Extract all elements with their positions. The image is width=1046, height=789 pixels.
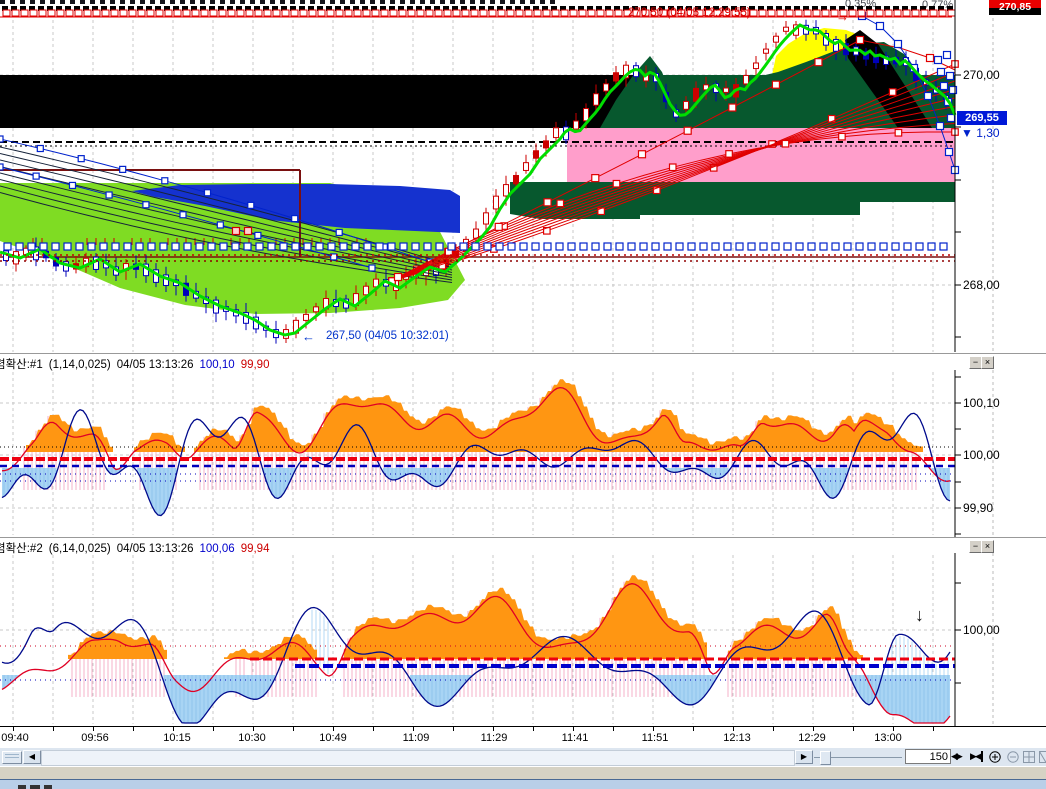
price-chart-canvas[interactable]	[0, 0, 1046, 353]
time-axis-tick	[133, 727, 134, 731]
high-annotation: 270,50 (04/05 12:29:55)	[628, 7, 751, 19]
oscillator-axis-label: 99,90	[963, 501, 993, 515]
zoom-in-icon[interactable]	[988, 750, 1002, 764]
time-axis: 09:40 09:56 10:15 10:30 10:49 11:09 11:29 11:41…	[0, 726, 1046, 749]
time-axis-tick	[373, 727, 374, 731]
time-axis-tick	[573, 727, 574, 731]
scroll-track[interactable]	[41, 750, 795, 766]
time-axis-tick	[613, 727, 614, 731]
time-axis-tick	[933, 727, 934, 731]
oscillator1-canvas[interactable]	[0, 370, 1046, 537]
oscillator-axis-label: 100,10	[963, 396, 1000, 410]
time-axis-label: 12:13	[723, 732, 751, 744]
time-axis-tick	[813, 727, 814, 731]
time-axis-tick	[693, 727, 694, 731]
time-axis-label: 11:51	[642, 732, 669, 744]
low-annotation: 267,50 (04/05 10:32:01)	[326, 330, 449, 342]
time-axis-tick	[93, 727, 94, 731]
time-axis-tick	[653, 727, 654, 731]
high-arrow-icon: →	[836, 9, 849, 24]
clipped-window-fragment	[30, 785, 40, 789]
oscillator-axis-label: 100,00	[963, 448, 1000, 462]
time-axis-tick	[53, 727, 54, 731]
time-axis-label: 11:09	[403, 732, 430, 744]
trading-chart-window: 0,35% 0,77% 270,50 (04/05 12:29:55) → ← …	[0, 0, 1046, 789]
clipped-window-fragment	[18, 785, 26, 789]
time-axis-tick	[173, 727, 174, 731]
time-axis-tick	[533, 727, 534, 731]
oscillator1-close-button[interactable]: ×	[981, 356, 994, 369]
time-axis-tick	[733, 727, 734, 731]
time-axis-label: 10:15	[163, 732, 191, 744]
time-axis-tick	[293, 727, 294, 731]
zoom-out-icon[interactable]	[1006, 750, 1020, 764]
prev-close-price-box: 270,85	[989, 0, 1041, 15]
chart-scroll-toolbar: ◀ ▶ ◀▶ ▶◀	[0, 748, 1046, 766]
oscillator2-close-button[interactable]: ×	[981, 540, 994, 553]
time-axis-label: 13:00	[874, 732, 902, 744]
price-axis-label: 268,00	[963, 278, 1000, 292]
pan-left-button[interactable]: ◀	[23, 750, 41, 764]
time-axis-label: 11:41	[562, 732, 589, 744]
low-arrow-icon: ←	[302, 329, 315, 344]
time-axis-tick	[493, 727, 494, 731]
time-axis-label: 09:56	[81, 732, 109, 744]
time-axis-tick	[13, 727, 14, 731]
time-axis-label: 10:30	[238, 732, 266, 744]
time-axis-label: 09:40	[1, 732, 29, 744]
time-axis-tick	[333, 727, 334, 731]
clipped-window-strip	[0, 779, 1046, 789]
clipped-window-fragment	[44, 785, 52, 789]
time-axis-tick	[773, 727, 774, 731]
time-axis-label: 12:29	[798, 732, 826, 744]
zoom-range-icon[interactable]: ◀▶	[951, 751, 961, 762]
oscillator-axis-label: 100,00	[963, 623, 1000, 637]
time-axis-tick	[253, 727, 254, 731]
time-axis-tick	[453, 727, 454, 731]
resize-grip[interactable]	[2, 751, 22, 764]
go-to-end-icon[interactable]: ▶◀	[970, 751, 983, 762]
oscillator1-header: 렴확산:#1(1,14,0,025)04/05 13:13:26100,1099…	[0, 353, 1046, 371]
last-price-box: 269,55	[957, 111, 1007, 125]
status-bar	[0, 766, 1046, 780]
zoom-slider-handle[interactable]	[820, 751, 831, 765]
zoom-slider[interactable]	[814, 750, 902, 764]
price-change-label: ▼ 1,30	[961, 126, 1000, 140]
time-axis-tick	[413, 727, 414, 731]
clipped-toolbar-icon[interactable]	[1038, 750, 1046, 764]
bar-count-input[interactable]	[905, 749, 951, 764]
grid-toggle-icon[interactable]	[1022, 750, 1036, 764]
time-axis-tick	[893, 727, 894, 731]
pan-right-button[interactable]: ▶	[795, 750, 813, 764]
signal-down-arrow-icon: ↓	[915, 605, 924, 626]
oscillator2-canvas[interactable]	[0, 553, 1046, 726]
time-axis-label: 11:29	[481, 732, 508, 744]
time-axis-label: 10:49	[319, 732, 347, 744]
time-axis-tick	[853, 727, 854, 731]
time-axis-tick	[213, 727, 214, 731]
price-axis-label: 270,00	[963, 68, 1000, 82]
